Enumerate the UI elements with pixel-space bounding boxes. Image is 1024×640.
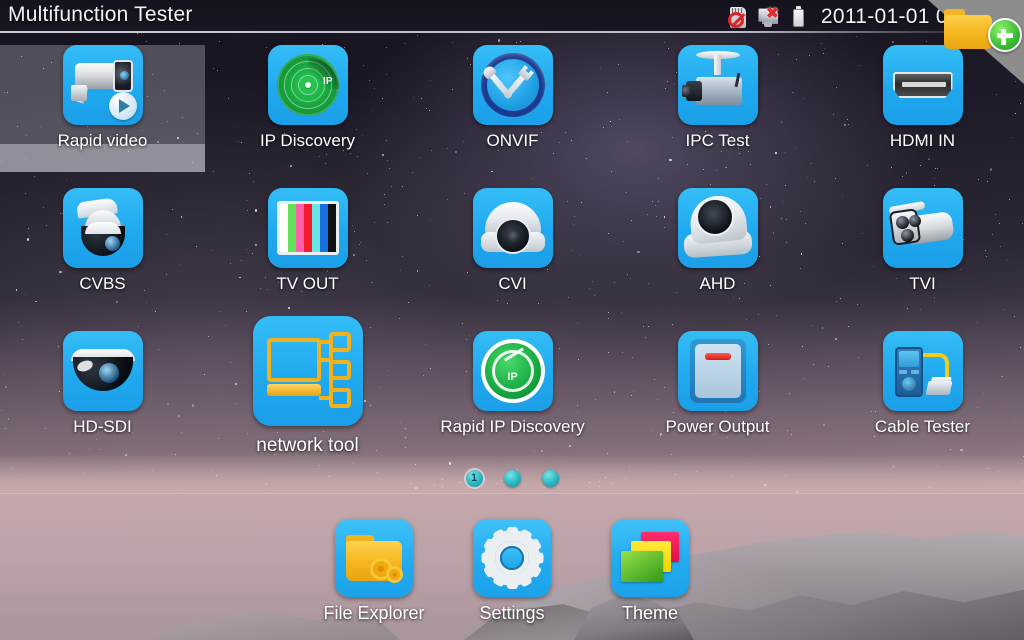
app-tvi[interactable]: TVI bbox=[820, 188, 1024, 294]
dock-divider bbox=[0, 493, 1024, 494]
dock-item-theme[interactable]: Theme bbox=[570, 519, 730, 624]
app-rapid-video[interactable]: Rapid video bbox=[0, 45, 205, 172]
app-label: HDMI IN bbox=[889, 131, 956, 150]
color-bar-6 bbox=[327, 204, 336, 252]
app-ahd[interactable]: AHD bbox=[615, 188, 820, 294]
app-label: IPC Test bbox=[685, 131, 750, 150]
app-onvif[interactable]: ONVIF bbox=[410, 45, 615, 151]
dock-item-settings[interactable]: Settings bbox=[432, 519, 592, 624]
app-tv-out[interactable]: TV OUT bbox=[205, 188, 410, 294]
app-hd-sdi[interactable]: HD-SDI bbox=[0, 331, 205, 437]
file-explorer-icon bbox=[335, 519, 413, 597]
app-label: Rapid video bbox=[57, 131, 148, 150]
screen-disconnected-icon: ✖ bbox=[757, 5, 779, 29]
onvif-icon bbox=[472, 45, 553, 125]
app-label: TVI bbox=[909, 274, 936, 293]
add-folder-corner[interactable] bbox=[928, 0, 1024, 84]
cvi-icon bbox=[472, 188, 553, 268]
page-title: Multifunction Tester bbox=[8, 3, 193, 26]
tv-out-icon bbox=[267, 188, 348, 268]
rapid-ip-discovery-icon: IP bbox=[472, 331, 553, 411]
app-label: ONVIF bbox=[486, 131, 539, 150]
cable-tester-icon bbox=[882, 331, 963, 411]
theme-icon bbox=[611, 519, 689, 597]
ipc-test-icon bbox=[677, 45, 758, 125]
dock-item-file-explorer[interactable]: File Explorer bbox=[294, 519, 454, 624]
app-ipc-test[interactable]: IPC Test bbox=[615, 45, 820, 151]
app-label: CVBS bbox=[79, 274, 126, 293]
app-label: Cable Tester bbox=[874, 417, 971, 436]
page-dot-3[interactable] bbox=[541, 469, 559, 487]
dock-item-label: Settings bbox=[479, 603, 545, 623]
app-grid: Rapid video IP IP Discovery ONVIF IPC Te… bbox=[0, 33, 1024, 493]
app-label: CVI bbox=[498, 274, 527, 293]
page-indicator: 1 bbox=[0, 465, 1024, 491]
dock-item-label: File Explorer bbox=[323, 603, 425, 623]
network-tool-icon bbox=[252, 316, 363, 426]
power-output-icon bbox=[677, 331, 758, 411]
app-label: AHD bbox=[699, 274, 736, 293]
app-cvbs[interactable]: CVBS bbox=[0, 188, 205, 294]
app-label: TV OUT bbox=[276, 274, 339, 293]
app-label: Rapid IP Discovery bbox=[440, 417, 585, 436]
battery-icon bbox=[787, 5, 809, 29]
app-cvi[interactable]: CVI bbox=[410, 188, 615, 294]
ip-discovery-icon: IP bbox=[267, 45, 348, 125]
settings-gear-icon bbox=[473, 519, 551, 597]
rapid-video-icon bbox=[62, 45, 143, 125]
title-bar: Multifunction Tester ✖ 2011-01-01 01:17:… bbox=[0, 0, 1024, 33]
app-rapid-ip-discovery[interactable]: IP Rapid IP Discovery bbox=[410, 331, 615, 437]
folder-icon bbox=[944, 9, 992, 49]
app-network-tool[interactable]: network tool bbox=[205, 316, 410, 457]
page-dot-2[interactable] bbox=[503, 469, 521, 487]
app-ip-discovery[interactable]: IP IP Discovery bbox=[205, 45, 410, 151]
color-bars bbox=[276, 201, 339, 255]
app-power-output[interactable]: Power Output bbox=[615, 331, 820, 437]
color-bar-3 bbox=[303, 204, 312, 252]
cvbs-icon bbox=[62, 188, 143, 268]
app-label: Power Output bbox=[665, 417, 770, 436]
dock-item-label: Theme bbox=[621, 603, 679, 623]
sd-card-disabled-icon bbox=[727, 5, 749, 29]
color-bar-1 bbox=[287, 204, 296, 252]
color-bar-4 bbox=[311, 204, 320, 252]
page-dot-1[interactable]: 1 bbox=[465, 469, 483, 487]
ahd-icon bbox=[677, 188, 758, 268]
color-bar-0 bbox=[279, 204, 288, 252]
play-badge-icon bbox=[108, 92, 137, 120]
tvi-icon bbox=[882, 188, 963, 268]
hd-sdi-icon bbox=[62, 331, 143, 411]
app-label: network tool bbox=[256, 435, 359, 456]
app-label: HD-SDI bbox=[73, 417, 132, 436]
dock: File Explorer Settings Theme bbox=[0, 505, 1024, 640]
add-folder-icon[interactable] bbox=[988, 18, 1022, 52]
color-bar-5 bbox=[319, 204, 328, 252]
app-label: IP Discovery bbox=[259, 131, 356, 150]
app-cable-tester[interactable]: Cable Tester bbox=[820, 331, 1024, 437]
color-bar-2 bbox=[295, 204, 304, 252]
